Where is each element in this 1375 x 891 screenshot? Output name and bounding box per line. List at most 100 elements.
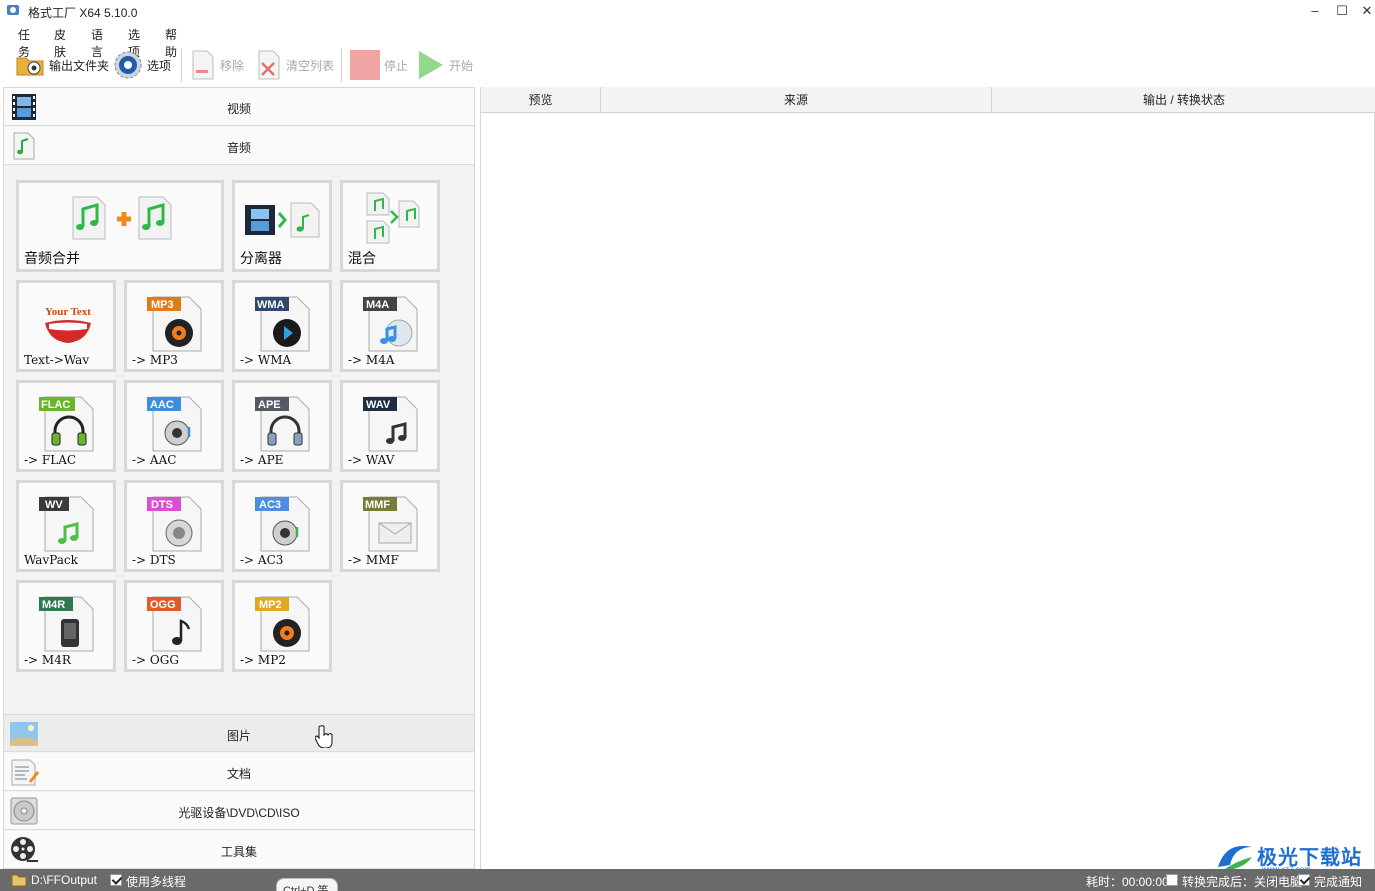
toolbar: 输出文件夹 选项 移除 清空列表 停止 开始 bbox=[0, 44, 1375, 86]
tile-wma-label: -> WMA bbox=[240, 353, 292, 367]
category-disc-label: 光驱设备\DVD\CD\ISO bbox=[178, 806, 300, 820]
options-button[interactable]: 选项 bbox=[113, 44, 171, 86]
tile-audio-mix-label: 混合 bbox=[348, 250, 376, 266]
tile-m4a[interactable]: M4A -> M4A bbox=[340, 280, 440, 372]
tile-text-to-wav-label: Text->Wav bbox=[24, 353, 90, 367]
tile-mp3[interactable]: MP3 -> MP3 bbox=[124, 280, 224, 372]
multithread-label: 使用多线程 bbox=[126, 875, 187, 889]
tile-mmf-label: -> MMF bbox=[348, 553, 399, 567]
tile-m4a-label: -> M4A bbox=[348, 353, 395, 367]
svg-text:M4R: M4R bbox=[42, 599, 65, 611]
clear-list-button[interactable]: 清空列表 bbox=[256, 44, 334, 86]
close-button[interactable]: ✕ bbox=[1352, 0, 1375, 22]
category-document[interactable]: 文档 bbox=[4, 753, 474, 791]
after-done-checkbox[interactable] bbox=[1166, 874, 1178, 886]
folder-icon bbox=[11, 874, 27, 887]
tile-mmf[interactable]: MMF -> MMF bbox=[340, 480, 440, 572]
audio-splitter-icon bbox=[245, 202, 320, 238]
tile-mp2-label: -> MP2 bbox=[240, 653, 286, 667]
window-title: 格式工厂 X64 5.10.0 bbox=[28, 6, 138, 20]
status-bar: D:\FFOutput 使用多线程 耗时：00:00:00 转换完成后：关闭电脑… bbox=[0, 869, 1375, 891]
minimize-button[interactable]: – bbox=[1300, 0, 1330, 22]
tile-dts-label: -> DTS bbox=[132, 553, 176, 567]
tile-wavpack[interactable]: WV WavPack bbox=[16, 480, 116, 572]
tile-aac[interactable]: AAC -> AAC bbox=[124, 380, 224, 472]
gear-icon bbox=[114, 51, 142, 79]
play-icon bbox=[419, 51, 443, 79]
tile-dts[interactable]: DTS -> DTS bbox=[124, 480, 224, 572]
svg-text:DTS: DTS bbox=[151, 499, 173, 511]
svg-text:AC3: AC3 bbox=[259, 499, 281, 511]
column-output-status[interactable]: 输出 / 转换状态 bbox=[992, 87, 1375, 113]
tile-audio-merge[interactable]: 音频合并 bbox=[16, 180, 224, 272]
ogg-file-icon: OGG bbox=[147, 596, 202, 652]
stop-icon bbox=[350, 50, 380, 80]
stop-button[interactable]: 停止 bbox=[350, 44, 408, 86]
task-list-header: 预览 来源 输出 / 转换状态 bbox=[481, 87, 1375, 113]
title-bar: 格式工厂 X64 5.10.0 – ☐ ✕ bbox=[0, 0, 1375, 22]
svg-text:OGG: OGG bbox=[150, 599, 176, 611]
tile-ogg[interactable]: OGG -> OGG bbox=[124, 580, 224, 672]
svg-text:WMA: WMA bbox=[257, 299, 285, 311]
tile-m4r-label: -> M4R bbox=[24, 653, 71, 667]
category-video[interactable]: 视频 bbox=[4, 88, 474, 126]
svg-text:MMF: MMF bbox=[365, 499, 390, 511]
tile-wavpack-label: WavPack bbox=[24, 553, 78, 567]
mp2-file-icon: MP2 bbox=[255, 596, 310, 652]
tile-aac-label: -> AAC bbox=[132, 453, 177, 467]
tile-text-to-wav[interactable]: Your Text Text->Wav bbox=[16, 280, 116, 372]
column-preview[interactable]: 预览 bbox=[481, 87, 601, 113]
flac-file-icon: FLAC bbox=[39, 396, 94, 452]
category-disc[interactable]: 光驱设备\DVD\CD\ISO bbox=[4, 792, 474, 830]
elapsed-time: 耗时：00:00:00 bbox=[1086, 875, 1169, 889]
tile-ogg-label: -> OGG bbox=[132, 653, 179, 667]
output-folder-button[interactable]: 输出文件夹 bbox=[15, 44, 109, 86]
tile-flac[interactable]: FLAC -> FLAC bbox=[16, 380, 116, 472]
audio-merge-icon bbox=[72, 196, 172, 240]
remove-file-icon bbox=[192, 50, 214, 80]
svg-text:AAC: AAC bbox=[150, 399, 174, 411]
tile-wav[interactable]: WAV -> WAV bbox=[340, 380, 440, 472]
ac3-file-icon: AC3 bbox=[255, 496, 310, 552]
category-panel: 视频 音频 音频合并 分离器 混合 Your Text Text->Wav MP… bbox=[3, 87, 475, 869]
task-list: 预览 来源 输出 / 转换状态 bbox=[480, 87, 1375, 869]
category-audio[interactable]: 音频 bbox=[4, 127, 474, 165]
wav-file-icon: WAV bbox=[363, 396, 418, 452]
text-to-wav-icon: Your Text bbox=[45, 306, 91, 343]
tile-ape[interactable]: APE -> APE bbox=[232, 380, 332, 472]
tile-flac-label: -> FLAC bbox=[24, 453, 77, 467]
category-tools-label: 工具集 bbox=[220, 845, 257, 859]
svg-text:MP3: MP3 bbox=[151, 299, 174, 311]
tile-audio-mix[interactable]: 混合 bbox=[340, 180, 440, 272]
after-done-label: 转换完成后：关闭电脑 bbox=[1182, 875, 1303, 889]
tile-ape-label: -> APE bbox=[240, 453, 284, 467]
category-document-label: 文档 bbox=[226, 767, 251, 781]
m4r-file-icon: M4R bbox=[39, 596, 94, 652]
svg-text:WAV: WAV bbox=[366, 399, 391, 411]
category-audio-label: 音频 bbox=[226, 141, 251, 155]
tile-ac3[interactable]: AC3 -> AC3 bbox=[232, 480, 332, 572]
folder-icon bbox=[16, 57, 44, 76]
output-path[interactable]: D:\FFOutput bbox=[31, 873, 97, 887]
notify-label: 完成通知 bbox=[1314, 875, 1363, 889]
tile-mp2[interactable]: MP2 -> MP2 bbox=[232, 580, 332, 672]
svg-text:FLAC: FLAC bbox=[41, 399, 70, 411]
svg-text:Your Text: Your Text bbox=[45, 306, 91, 318]
tile-audio-splitter[interactable]: 分离器 bbox=[232, 180, 332, 272]
tile-wma[interactable]: WMA -> WMA bbox=[232, 280, 332, 372]
start-button[interactable]: 开始 bbox=[417, 44, 473, 86]
remove-button[interactable]: 移除 bbox=[190, 44, 244, 86]
dts-file-icon: DTS bbox=[147, 496, 202, 552]
notify-checkbox[interactable] bbox=[1298, 874, 1310, 886]
category-picture-label: 图片 bbox=[226, 729, 251, 743]
mp3-file-icon: MP3 bbox=[147, 296, 202, 352]
multithread-checkbox[interactable] bbox=[110, 874, 122, 886]
category-picture[interactable]: 图片 bbox=[4, 714, 474, 752]
column-source[interactable]: 来源 bbox=[601, 87, 992, 113]
audio-tools-grid: 音频合并 分离器 混合 Your Text Text->Wav MP3 -> M… bbox=[16, 180, 446, 680]
tile-mp3-label: -> MP3 bbox=[132, 353, 178, 367]
category-tools[interactable]: 工具集 bbox=[4, 831, 474, 869]
toolbar-separator bbox=[181, 48, 182, 82]
svg-text:M4A: M4A bbox=[366, 299, 389, 311]
tile-m4r[interactable]: M4R -> M4R bbox=[16, 580, 116, 672]
